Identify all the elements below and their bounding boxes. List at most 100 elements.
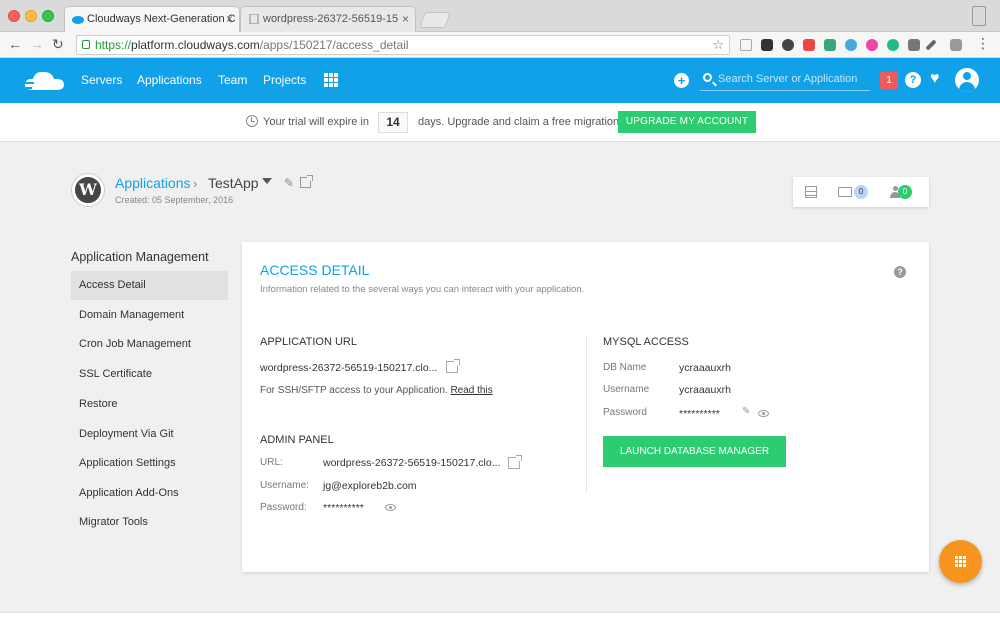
folder-count-badge: 0 — [854, 185, 868, 199]
app-summary-card: 0 0 — [793, 177, 929, 207]
search-input[interactable] — [718, 70, 868, 88]
open-external-icon[interactable] — [508, 455, 522, 469]
browser-tab-bar: Cloudways Next-Generation C × wordpress-… — [0, 0, 1000, 32]
apps-grid-icon — [955, 556, 966, 567]
sidebar-item-application-add-ons[interactable]: Application Add-Ons — [71, 479, 228, 508]
admin-url-label: URL: — [260, 457, 283, 468]
address-bar[interactable]: https://platform.cloudways.com/apps/1502… — [76, 35, 730, 55]
notification-badge[interactable]: 1 — [880, 72, 898, 89]
close-tab-icon[interactable]: × — [402, 7, 409, 31]
breadcrumb-chevron-icon: › — [193, 176, 198, 191]
extension-pinterest-icon[interactable] — [866, 39, 878, 51]
db-password-label: Password — [603, 407, 647, 418]
add-plus-icon[interactable]: + — [674, 73, 689, 88]
help-icon[interactable]: ? — [894, 266, 906, 278]
nav-team[interactable]: Team — [218, 73, 247, 87]
sidebar-item-ssl-certificate[interactable]: SSL Certificate — [71, 360, 228, 389]
extension-sync-icon[interactable] — [845, 39, 857, 51]
application-url-title: APPLICATION URL — [260, 336, 357, 348]
open-external-icon[interactable] — [446, 359, 460, 373]
nav-applications[interactable]: Applications — [137, 73, 202, 87]
db-username-label: Username — [603, 384, 650, 395]
sidebar-item-application-settings[interactable]: Application Settings — [71, 449, 228, 478]
launch-database-manager-button[interactable]: LAUNCH DATABASE MANAGER — [603, 436, 786, 467]
breadcrumb-current-app[interactable]: TestApp — [208, 175, 259, 191]
application-url-value[interactable]: wordpress-26372-56519-150217.clo... — [260, 362, 437, 374]
admin-password-label: Password: — [260, 502, 307, 513]
sidebar-item-domain-management[interactable]: Domain Management — [71, 301, 228, 330]
server-icon[interactable] — [805, 186, 817, 198]
edit-pencil-icon[interactable]: ✎ — [284, 176, 294, 190]
maximize-window-button[interactable] — [42, 10, 54, 22]
admin-password-value[interactable]: ********** — [323, 502, 364, 514]
extension-pen-icon[interactable] — [925, 39, 937, 51]
extension-database-icon[interactable] — [782, 39, 794, 51]
close-tab-icon[interactable]: × — [226, 7, 233, 31]
nav-servers[interactable]: Servers — [81, 73, 122, 87]
edit-password-pencil-icon[interactable]: ✎ — [742, 406, 750, 417]
admin-username-label: Username: — [260, 480, 309, 491]
url-path: /apps/150217/access_detail — [259, 38, 409, 52]
browser-tab-cloudways[interactable]: Cloudways Next-Generation C × — [64, 6, 240, 32]
extension-c-icon[interactable] — [824, 39, 836, 51]
nav-projects[interactable]: Projects — [263, 73, 306, 87]
window-menu-icon[interactable] — [972, 6, 986, 26]
browser-tab-wordpress[interactable]: wordpress-26372-56519-15 × — [240, 6, 416, 32]
url-scheme: https:// — [95, 38, 132, 52]
extension-download-icon[interactable] — [950, 39, 962, 51]
sidebar-title: Application Management — [71, 250, 209, 264]
show-password-eye-icon[interactable] — [385, 504, 396, 511]
db-username-value[interactable]: ycraaauxrh — [679, 384, 731, 396]
browser-toolbar: ← → ↻ https://platform.cloudways.com/app… — [0, 32, 1000, 58]
access-detail-card: ACCESS DETAIL Information related to the… — [242, 242, 929, 572]
heart-icon[interactable]: ♥ — [930, 70, 940, 88]
user-count-badge: 0 — [898, 185, 912, 199]
url-host: platform.cloudways.com — [131, 38, 260, 52]
help-icon[interactable]: ? — [905, 72, 921, 88]
upgrade-account-button[interactable]: UPGRADE MY ACCOUNT — [618, 111, 756, 133]
user-avatar[interactable] — [955, 68, 979, 92]
bookmark-star-icon[interactable]: ☆ — [712, 36, 724, 54]
mysql-access-title: MYSQL ACCESS — [603, 336, 689, 348]
extension-camera-icon[interactable] — [761, 39, 773, 51]
db-password-value[interactable]: ********** — [679, 408, 720, 420]
app-dropdown-caret-icon[interactable] — [262, 178, 272, 184]
tab-label: wordpress-26372-56519-15 — [263, 13, 399, 25]
cloudways-favicon-icon — [72, 16, 84, 24]
quick-actions-fab[interactable] — [939, 540, 982, 583]
column-divider — [586, 335, 587, 493]
ssh-note-text: For SSH/SFTP access to your Application. — [260, 385, 448, 396]
search-icon — [703, 73, 712, 82]
tab-label: Cloudways Next-Generation C — [87, 13, 236, 25]
new-tab-button[interactable] — [419, 12, 451, 28]
folder-icon[interactable] — [838, 187, 852, 197]
lock-icon — [82, 40, 90, 49]
page-favicon-icon — [249, 14, 259, 24]
db-name-value[interactable]: ycraaauxrh — [679, 362, 731, 374]
admin-username-value[interactable]: jg@exploreb2b.com — [323, 480, 417, 492]
minimize-window-button[interactable] — [25, 10, 37, 22]
created-date: Created: 05 September, 2016 — [115, 195, 234, 205]
extension-arrow-icon[interactable] — [803, 39, 815, 51]
read-this-link[interactable]: Read this — [450, 385, 492, 396]
show-password-eye-icon[interactable] — [758, 410, 769, 417]
sidebar-item-restore[interactable]: Restore — [71, 390, 228, 419]
close-window-button[interactable] — [8, 10, 20, 22]
extension-shield-icon[interactable] — [740, 39, 752, 51]
extension-grammarly-icon[interactable] — [887, 39, 899, 51]
browser-menu-icon[interactable]: ⋮ — [976, 35, 990, 52]
sidebar-item-cron-job-management[interactable]: Cron Job Management — [71, 330, 228, 359]
reload-icon[interactable]: ↻ — [52, 36, 64, 53]
sidebar-item-deployment-via-git[interactable]: Deployment Via Git — [71, 420, 228, 449]
card-title: ACCESS DETAIL — [260, 262, 370, 278]
sidebar-item-access-detail[interactable]: Access Detail — [71, 271, 228, 300]
open-external-icon[interactable] — [300, 175, 313, 188]
sidebar-item-migrator-tools[interactable]: Migrator Tools — [71, 508, 228, 537]
admin-url-value[interactable]: wordpress-26372-56519-150217.clo... — [323, 457, 500, 469]
back-arrow-icon[interactable]: ← — [8, 36, 22, 52]
extension-toolbox-icon[interactable] — [908, 39, 920, 51]
breadcrumb-applications-link[interactable]: Applications — [115, 175, 191, 191]
apps-grid-icon[interactable] — [324, 73, 338, 87]
forward-arrow-icon[interactable]: → — [30, 36, 44, 52]
cloudways-logo-icon[interactable] — [20, 68, 66, 94]
